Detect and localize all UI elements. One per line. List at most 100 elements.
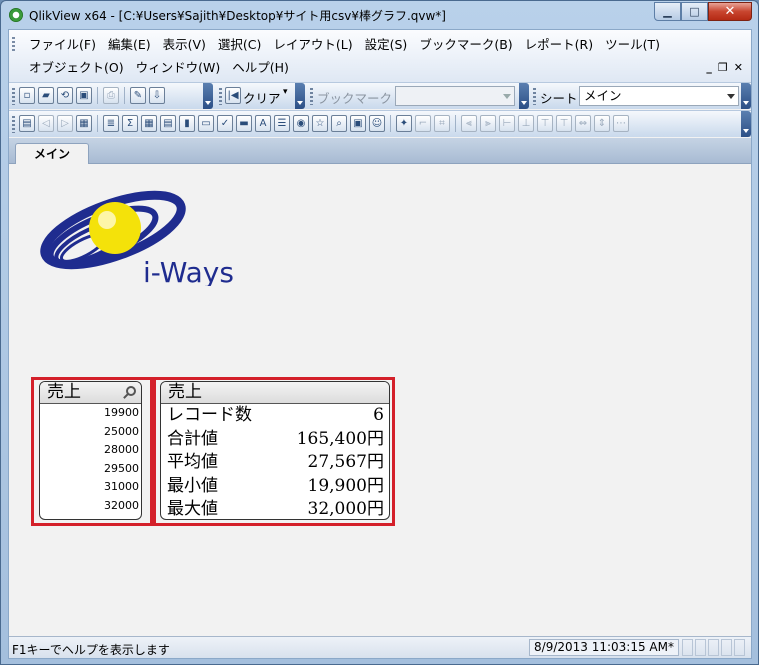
toolbar-grip[interactable]	[533, 88, 536, 105]
menu-selections[interactable]: 選択(C)	[212, 35, 267, 55]
menu-settings[interactable]: 設定(S)	[359, 35, 414, 55]
chevron-down-icon	[727, 94, 735, 99]
align-right-icon[interactable]: ⊢	[499, 115, 515, 132]
minimize-button[interactable]: ▁	[654, 2, 681, 21]
toolbar-grip[interactable]	[12, 88, 15, 105]
current-selections-icon[interactable]: ✓	[217, 115, 233, 132]
doc-restore-button[interactable]: ❐	[718, 61, 728, 74]
toolbar-overflow-chevron[interactable]	[519, 83, 529, 109]
list-item[interactable]: 32000	[40, 497, 141, 516]
menu-layout[interactable]: レイアウト(L)	[267, 35, 358, 55]
sales-listbox[interactable]: 売上 19900 25000 28000 29500 31000 32000	[39, 381, 142, 520]
menu-bookmarks[interactable]: ブックマーク(B)	[413, 35, 518, 55]
multi-box-icon[interactable]: ▤	[160, 115, 176, 132]
wizard-icon[interactable]: ✦	[396, 115, 412, 132]
close-button[interactable]: ✕	[708, 2, 752, 21]
toolbar-overflow-chevron[interactable]	[203, 83, 213, 109]
list-item[interactable]: 28000	[40, 441, 141, 460]
title-bar[interactable]: QlikView x64 - [C:¥Users¥Sajith¥Desktop¥…	[1, 1, 758, 29]
standard-icons: ▫ ▰ ⟲ ▣ ⎙ ✎ ⇩	[19, 87, 165, 104]
space-vertical-icon[interactable]: ⇕	[594, 115, 610, 132]
arrange-icon[interactable]: ⌗	[434, 115, 450, 132]
list-item[interactable]: 29500	[40, 460, 141, 479]
search-icon[interactable]	[126, 386, 136, 396]
listbox-caption[interactable]: 売上	[40, 382, 141, 404]
open-folder-icon[interactable]: ▰	[38, 87, 54, 104]
new-sheet-icon[interactable]: ▤	[19, 115, 35, 132]
listbox-icon[interactable]: ≣	[103, 115, 119, 132]
back-icon[interactable]: |◀	[225, 87, 241, 104]
menu-edit[interactable]: 編集(E)	[102, 35, 157, 55]
tab-main[interactable]: メイン	[15, 143, 89, 165]
menu-view[interactable]: 表示(V)	[157, 35, 212, 55]
toolbar-separator	[390, 115, 391, 132]
menu-window[interactable]: ウィンドウ(W)	[130, 58, 227, 78]
toolbar-overflow-chevron[interactable]	[741, 111, 751, 137]
menu-object[interactable]: オブジェクト(O)	[23, 58, 130, 78]
clear-dropdown-icon[interactable]: ▾	[283, 87, 288, 97]
sheet-dropdown[interactable]: メイン	[579, 86, 739, 106]
list-item[interactable]: 25000	[40, 423, 141, 442]
statistics-box-icon[interactable]: Σ	[122, 115, 138, 132]
align-center-icon[interactable]: ⫸	[480, 115, 496, 132]
reload-icon[interactable]: ⟲	[57, 87, 73, 104]
center-horizontal-icon[interactable]: ⊤	[537, 115, 553, 132]
chevron-down-icon	[503, 94, 511, 99]
doc-minimize-button[interactable]: _	[706, 61, 712, 74]
menu-help[interactable]: ヘルプ(H)	[226, 58, 295, 78]
distribute-icon[interactable]: ⋯	[613, 115, 629, 132]
clear-group: |◀	[225, 87, 241, 104]
toolbar-grip[interactable]	[12, 116, 15, 133]
status-indicator-slot	[695, 639, 706, 656]
menu-grip[interactable]	[12, 37, 15, 53]
button-object-icon[interactable]: ▬	[236, 115, 252, 132]
sheet-properties-icon[interactable]: ▦	[76, 115, 92, 132]
stat-label: レコード数	[167, 405, 252, 425]
toolbar-grip[interactable]	[219, 88, 222, 105]
toolbar-separator	[124, 87, 125, 104]
promote-sheet-icon[interactable]: ◁	[38, 115, 54, 132]
window-title: QlikView x64 - [C:¥Users¥Sajith¥Desktop¥…	[29, 9, 446, 23]
input-box-icon[interactable]: ▭	[198, 115, 214, 132]
doc-close-button[interactable]: ✕	[734, 61, 743, 74]
table-box-icon[interactable]: ▦	[141, 115, 157, 132]
menu-row-1: ファイル(F) 編集(E) 表示(V) 選択(C) レイアウト(L) 設定(S)…	[23, 35, 666, 55]
chart-icon[interactable]: ▮	[179, 115, 195, 132]
sales-statistics-box[interactable]: 売上 レコード数 6 合計値 165,400円 平均値 27,567円 最小値 …	[160, 381, 390, 520]
menu-tools[interactable]: ツール(T)	[599, 35, 666, 55]
logo-text: i-Ways	[143, 256, 234, 286]
menu-reports[interactable]: レポート(R)	[519, 35, 599, 55]
list-item[interactable]: 19900	[40, 404, 141, 423]
clear-button[interactable]: クリア	[243, 88, 281, 107]
list-item[interactable]: 31000	[40, 478, 141, 497]
custom-object-icon[interactable]: ☺	[369, 115, 385, 132]
new-document-icon[interactable]: ▫	[19, 87, 35, 104]
slider-icon[interactable]: ◉	[293, 115, 309, 132]
align-left-icon[interactable]: ⫷	[461, 115, 477, 132]
menu-file[interactable]: ファイル(F)	[23, 35, 102, 55]
bookmark-object-icon[interactable]: ☆	[312, 115, 328, 132]
print-icon[interactable]: ⎙	[103, 87, 119, 104]
toolbar-grip[interactable]	[310, 88, 313, 105]
qlikview-app-icon[interactable]	[9, 8, 23, 22]
demote-sheet-icon[interactable]: ▷	[57, 115, 73, 132]
toolbar-overflow-chevron[interactable]	[741, 83, 751, 109]
maximize-button[interactable]: □	[681, 2, 708, 21]
text-object-icon[interactable]: A	[255, 115, 271, 132]
align-top-icon[interactable]: ⊤	[556, 115, 572, 132]
stat-value: 27,567円	[307, 452, 384, 472]
edit-script-icon[interactable]: ✎	[130, 87, 146, 104]
stat-label: 最大値	[167, 499, 218, 519]
space-horizontal-icon[interactable]: ⇔	[575, 115, 591, 132]
container-icon[interactable]: ▣	[350, 115, 366, 132]
align-bottom-icon[interactable]: ⊥	[518, 115, 534, 132]
line-arrow-icon[interactable]: ☰	[274, 115, 290, 132]
reload-data-icon[interactable]: ⇩	[149, 87, 165, 104]
format-painter-icon[interactable]: ⌐	[415, 115, 431, 132]
statbox-title: 売上	[168, 382, 202, 402]
statbox-caption[interactable]: 売上	[161, 382, 389, 404]
bookmark-dropdown[interactable]	[395, 86, 515, 106]
toolbar-overflow-chevron[interactable]	[295, 83, 305, 109]
search-object-icon[interactable]: ⌕	[331, 115, 347, 132]
save-icon[interactable]: ▣	[76, 87, 92, 104]
